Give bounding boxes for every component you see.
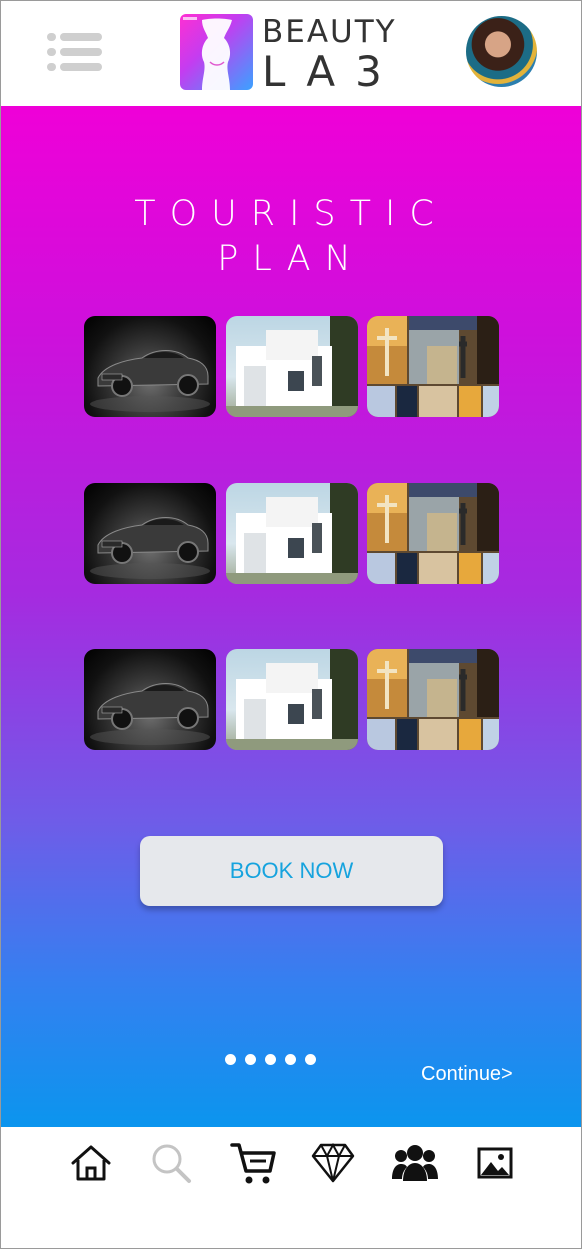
car-thumbnail[interactable] [84, 483, 216, 584]
bottom-navigation [1, 1127, 581, 1248]
logo-text-beauty: BEAUTY [262, 14, 397, 50]
page-indicator [225, 1054, 325, 1066]
image-icon[interactable] [474, 1141, 518, 1185]
villa-thumbnail[interactable] [226, 316, 358, 417]
villa-thumbnail[interactable] [226, 649, 358, 750]
plan-row [84, 316, 504, 418]
city-collage-thumbnail[interactable] [367, 649, 499, 750]
avatar[interactable] [466, 16, 537, 87]
users-icon[interactable] [392, 1141, 438, 1185]
plan-row [84, 483, 504, 585]
car-thumbnail[interactable] [84, 649, 216, 750]
main-content: TOURISTIC PLAN BOOK NOW Continue> [1, 106, 581, 1127]
logo-text-lab: LA3 [262, 47, 402, 96]
diamond-icon[interactable] [311, 1141, 355, 1185]
app-screen: BEAUTY LA3 TOURISTIC PLAN BOOK NOW Conti… [0, 0, 582, 1249]
continue-link[interactable]: Continue> [421, 1063, 513, 1086]
pager-dot[interactable] [265, 1054, 276, 1065]
book-now-button[interactable]: BOOK NOW [140, 836, 443, 906]
cart-icon[interactable] [230, 1141, 276, 1185]
plan-row [84, 649, 504, 751]
header: BEAUTY LA3 [1, 1, 581, 106]
villa-thumbnail[interactable] [226, 483, 358, 584]
car-thumbnail[interactable] [84, 316, 216, 417]
torso-logo-icon [180, 14, 253, 90]
page-title-line2: PLAN [217, 239, 365, 279]
pager-dot[interactable] [305, 1054, 316, 1065]
menu-icon[interactable] [45, 31, 105, 73]
brand-logo[interactable]: BEAUTY LA3 [180, 14, 400, 96]
pager-dot[interactable] [285, 1054, 296, 1065]
home-icon[interactable] [69, 1141, 113, 1185]
pager-dot[interactable] [245, 1054, 256, 1065]
city-collage-thumbnail[interactable] [367, 316, 499, 417]
pager-dot[interactable] [225, 1054, 236, 1065]
page-title-line1: TOURISTIC [134, 194, 448, 234]
city-collage-thumbnail[interactable] [367, 483, 499, 584]
search-icon[interactable] [149, 1141, 193, 1185]
